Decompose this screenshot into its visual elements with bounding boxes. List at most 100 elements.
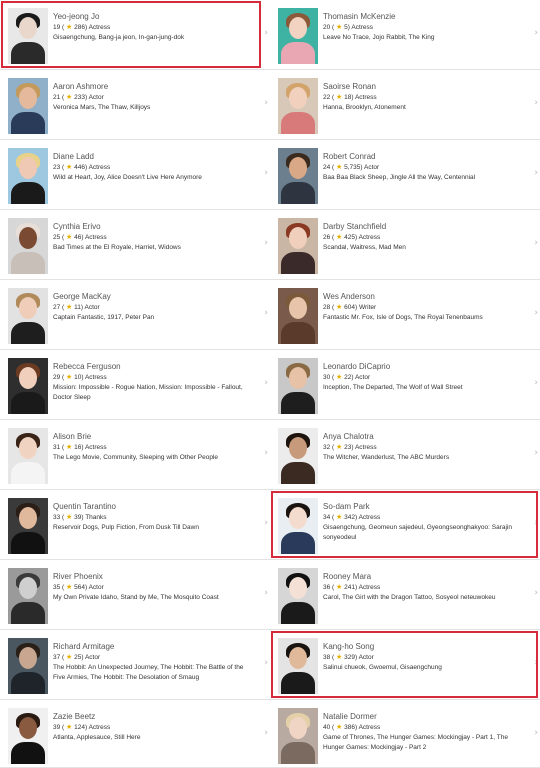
person-role: Actress [358, 514, 381, 521]
known-for: The Witcher, Wanderlust, The ABC Murders [323, 454, 450, 461]
person-photo[interactable] [8, 8, 48, 64]
chevron-right-icon[interactable]: › [264, 168, 268, 178]
person-card[interactable]: Rooney Mara 36 ( ★ 241) Actress Carol, The… [270, 560, 540, 630]
person-card[interactable]: Cynthia Erivo 25 ( ★ 46) Actress Bad Times… [0, 210, 270, 280]
chevron-right-icon[interactable]: › [534, 448, 538, 458]
chevron-right-icon[interactable]: › [264, 448, 268, 458]
person-card[interactable]: Rebecca Ferguson 29 ( ★ 10) Actress Missio… [0, 350, 270, 420]
person-photo[interactable] [278, 218, 318, 274]
chevron-right-icon[interactable]: › [534, 28, 538, 38]
person-card[interactable]: Saoirse Ronan 22 ( ★ 18) Actress Hanna, Br… [270, 70, 540, 140]
person-card[interactable]: Aaron Ashmore 21 ( ★ 233) Actor Veronica M… [0, 70, 270, 140]
person-photo[interactable] [8, 428, 48, 484]
person-name[interactable]: Darby Stanchfield [323, 221, 526, 232]
person-name[interactable]: Cynthia Erivo [53, 221, 256, 232]
person-photo[interactable] [278, 78, 318, 134]
person-meta: 36 ( ★ 241) Actress [323, 583, 526, 593]
person-card[interactable]: Diane Ladd 23 ( ★ 446) Actress Wild at Hea… [0, 140, 270, 210]
person-name[interactable]: Yeo-jeong Jo [53, 11, 256, 22]
person-name[interactable]: George MacKay [53, 291, 256, 302]
person-photo[interactable] [8, 568, 48, 624]
person-photo[interactable] [278, 638, 318, 694]
chevron-right-icon[interactable]: › [534, 98, 538, 108]
person-name[interactable]: Rooney Mara [323, 571, 526, 582]
person-role: Actor [88, 94, 104, 101]
person-name[interactable]: Anya Chalotra [323, 431, 526, 442]
chevron-right-icon[interactable]: › [534, 658, 538, 668]
person-photo[interactable] [278, 708, 318, 764]
chevron-right-icon[interactable]: › [534, 728, 538, 738]
person-name[interactable]: Richard Armitage [53, 641, 256, 652]
person-card[interactable]: Richard Armitage 37 ( ★ 25) Actor The Hobb… [0, 630, 270, 700]
person-card[interactable]: Wes Anderson 28 ( ★ 604) Writer Fantastic … [270, 280, 540, 350]
person-name[interactable]: Quentin Tarantino [53, 501, 256, 512]
person-photo[interactable] [278, 498, 318, 554]
person-name[interactable]: Zazie Beetz [53, 711, 256, 722]
person-name[interactable]: Wes Anderson [323, 291, 526, 302]
chevron-right-icon[interactable]: › [534, 308, 538, 318]
photo-face [19, 577, 37, 599]
chevron-right-icon[interactable]: › [534, 238, 538, 248]
person-card[interactable]: Natalie Dormer 40 ( ★ 386) Actress Game of… [270, 700, 540, 768]
chevron-right-icon[interactable]: › [264, 98, 268, 108]
person-card[interactable]: Anya Chalotra 32 ( ★ 23) Actress The Witch… [270, 420, 540, 490]
chevron-right-icon[interactable]: › [264, 238, 268, 248]
person-photo[interactable] [8, 148, 48, 204]
chevron-right-icon[interactable]: › [534, 378, 538, 388]
chevron-right-icon[interactable]: › [264, 728, 268, 738]
chevron-right-icon[interactable]: › [534, 518, 538, 528]
person-photo[interactable] [278, 358, 318, 414]
person-photo[interactable] [278, 8, 318, 64]
chevron-right-icon[interactable]: › [264, 308, 268, 318]
person-name[interactable]: Aaron Ashmore [53, 81, 256, 92]
person-name[interactable]: Diane Ladd [53, 151, 256, 162]
person-photo[interactable] [8, 358, 48, 414]
person-card[interactable]: Leonardo DiCaprio 30 ( ★ 22) Actor Incepti… [270, 350, 540, 420]
person-card[interactable]: Quentin Tarantino 33 ( ★ 39) Thanks Reserv… [0, 490, 270, 560]
person-photo[interactable] [278, 148, 318, 204]
person-photo[interactable] [8, 498, 48, 554]
person-card[interactable]: Darby Stanchfield 26 ( ★ 425) Actress Scan… [270, 210, 540, 280]
chevron-right-icon[interactable]: › [264, 378, 268, 388]
person-name[interactable]: Leonardo DiCaprio [323, 361, 526, 372]
person-name[interactable]: Natalie Dormer [323, 711, 526, 722]
person-name[interactable]: Rebecca Ferguson [53, 361, 256, 372]
person-meta: 28 ( ★ 604) Writer [323, 303, 526, 313]
person-name[interactable]: Robert Conrad [323, 151, 526, 162]
person-card[interactable]: Zazie Beetz 39 ( ★ 124) Actress Atlanta, A… [0, 700, 270, 768]
person-name[interactable]: Alison Brie [53, 431, 256, 442]
person-card[interactable]: River Phoenix 35 ( ★ 564) Actor My Own Pri… [0, 560, 270, 630]
person-card[interactable]: Thomasin McKenzie 20 ( ★ 5) Actress Leave … [270, 0, 540, 70]
person-photo[interactable] [8, 288, 48, 344]
person-name[interactable]: Kang-ho Song [323, 641, 526, 652]
chevron-right-icon[interactable]: › [264, 518, 268, 528]
person-photo[interactable] [8, 218, 48, 274]
person-photo[interactable] [278, 288, 318, 344]
person-card[interactable]: So-dam Park 34 ( ★ 342) Actress Gisaengchu… [270, 490, 540, 560]
chevron-right-icon[interactable]: › [534, 588, 538, 598]
person-card[interactable]: Yeo-jeong Jo 19 ( ★ 286) Actress Gisaengch… [0, 0, 270, 70]
person-photo[interactable] [8, 638, 48, 694]
person-card[interactable]: Robert Conrad 24 ( ★ 5,735) Actor Baa Baa … [270, 140, 540, 210]
person-card[interactable]: Alison Brie 31 ( ★ 16) Actress The Lego Mo… [0, 420, 270, 490]
chevron-right-icon[interactable]: › [264, 28, 268, 38]
person-name[interactable]: River Phoenix [53, 571, 256, 582]
person-meta: 25 ( ★ 46) Actress [53, 233, 256, 243]
chevron-right-icon[interactable]: › [264, 658, 268, 668]
person-card[interactable]: George MacKay 27 ( ★ 11) Actor Captain Fan… [0, 280, 270, 350]
chevron-right-icon[interactable]: › [534, 168, 538, 178]
person-photo[interactable] [278, 568, 318, 624]
person-photo[interactable] [8, 78, 48, 134]
chevron-right-icon[interactable]: › [264, 588, 268, 598]
person-photo[interactable] [8, 708, 48, 764]
person-card[interactable]: Kang-ho Song 38 ( ★ 329) Actor Salinui chu… [270, 630, 540, 700]
person-info: Robert Conrad 24 ( ★ 5,735) Actor Baa Baa … [323, 151, 526, 183]
person-role: Actor [84, 654, 101, 661]
person-name[interactable]: Saoirse Ronan [323, 81, 526, 92]
person-name[interactable]: Thomasin McKenzie [323, 11, 526, 22]
photo-face [289, 577, 307, 599]
person-photo[interactable] [278, 428, 318, 484]
photo-shoulders [11, 112, 45, 134]
photo-face [289, 87, 307, 109]
person-name[interactable]: So-dam Park [323, 501, 526, 512]
